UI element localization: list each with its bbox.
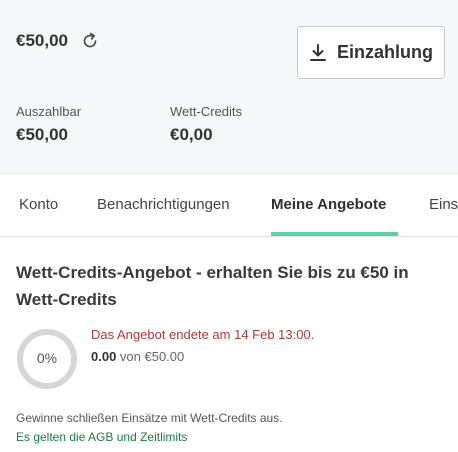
tab-benachrichtigungen[interactable]: Benachrichtigungen xyxy=(97,196,230,213)
balance-amount: €50,00 xyxy=(16,31,68,50)
active-tab-indicator xyxy=(271,232,398,236)
terms-link[interactable]: Es gelten die AGB und Zeitlimits xyxy=(16,430,187,444)
download-icon xyxy=(310,43,326,61)
offer-status: Das Angebot endete am 14 Feb 13:00. xyxy=(91,327,315,342)
offer-footnote: Gewinne schließen Einsätze mit Wett-Cred… xyxy=(16,411,283,425)
account-tabs: Konto Benachrichtigungen Meine Angebote … xyxy=(0,174,458,237)
bet-credits-label: Wett-Credits xyxy=(170,104,242,119)
deposit-button[interactable]: Einzahlung xyxy=(297,26,445,79)
progress-current: 0.00 xyxy=(91,349,117,364)
bet-credits-value: €0,00 xyxy=(170,125,213,144)
withdrawable-value: €50,00 xyxy=(16,125,68,144)
refresh-icon[interactable] xyxy=(80,31,100,51)
account-header: €50,00 Einzahlung Auszahlbar €50,00 Wett… xyxy=(0,0,458,174)
balance-row: €50,00 xyxy=(16,31,100,51)
deposit-label: Einzahlung xyxy=(337,42,433,62)
tab-konto[interactable]: Konto xyxy=(19,196,58,213)
progress-total: von €50.00 xyxy=(116,349,185,364)
tab-einstellungen[interactable]: Einst xyxy=(429,196,458,213)
offer-progress: 0.00 von €50.00 xyxy=(91,349,184,364)
offer-title: Wett-Credits-Angebot - erhalten Sie bis … xyxy=(16,263,409,309)
progress-percent: 0% xyxy=(36,350,58,366)
tab-meine-angebote[interactable]: Meine Angebote xyxy=(271,196,386,213)
withdrawable-label: Auszahlbar xyxy=(16,104,82,119)
